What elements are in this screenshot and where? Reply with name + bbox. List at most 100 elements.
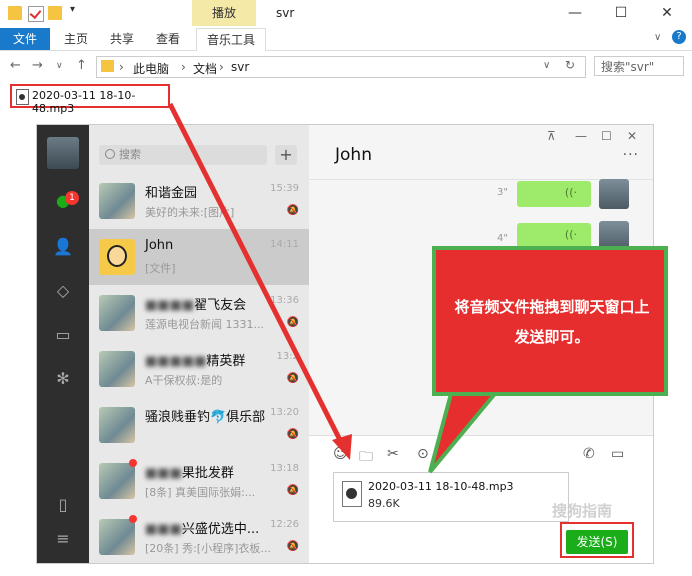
close-button[interactable]: ✕ [644, 2, 690, 24]
tab-home[interactable]: 主页 [54, 28, 98, 50]
avatar[interactable] [47, 137, 79, 169]
conversation-preview: [文件] [145, 262, 176, 275]
mute-bell-icon: 🔕 [286, 317, 299, 328]
conversation-preview: A干保权叔:是的 [145, 374, 223, 387]
collapse-ribbon-icon[interactable]: ∨ [654, 32, 661, 43]
close-icon[interactable]: ✕ [627, 129, 637, 143]
unread-badge: 1 [65, 191, 79, 205]
add-button[interactable]: + [275, 145, 297, 165]
voice-wave-icon: ((· [564, 228, 577, 241]
favorites-cube-icon[interactable]: ◇ [53, 281, 73, 301]
contacts-icon[interactable]: 👤 [53, 237, 73, 257]
conversation-time: 13:2 [276, 351, 299, 362]
conversation-time: 12:26 [270, 519, 299, 530]
unread-dot [129, 515, 137, 523]
properties-check-icon[interactable] [28, 6, 44, 22]
contact-search-input[interactable]: 搜索 [99, 145, 267, 165]
list-item[interactable]: 骚浪贱垂钓🐬俱乐部 13:20 🔕 [89, 397, 309, 453]
search-input[interactable]: 搜索"svr" [594, 56, 684, 76]
chevron-right-icon: › [181, 60, 186, 74]
voice-duration: 4" [497, 233, 508, 244]
maximize-button[interactable]: ☐ [598, 2, 644, 24]
conversation-time: 13:18 [270, 463, 299, 474]
emoji-icon[interactable]: ☺ [333, 446, 348, 462]
audio-file-icon [342, 481, 362, 507]
voice-call-icon[interactable]: ✆ [583, 446, 595, 462]
mute-bell-icon: 🔕 [286, 205, 299, 216]
instruction-callout: 将音频文件拖拽到聊天窗口上发送即可。 [432, 246, 668, 396]
menu-icon[interactable]: ≡ [53, 529, 73, 549]
address-input[interactable]: › 此电脑 › 文档 › svr ∨ ↻ [96, 56, 586, 78]
voice-message-bubble[interactable]: ((· [517, 181, 591, 207]
ribbon-context-tab[interactable]: 播放 [192, 0, 256, 26]
up-arrow-icon[interactable]: ↑ [76, 58, 87, 73]
breadcrumb-item[interactable]: 此电脑 [133, 60, 169, 77]
window-title: svr [276, 6, 295, 20]
maximize-icon[interactable]: ☐ [601, 129, 612, 143]
recent-dropdown-icon[interactable]: ∨ [56, 61, 63, 71]
phone-icon[interactable]: ▯ [53, 495, 73, 515]
list-item[interactable]: ■■■■翟飞友会 莲源电视台新闻 1331... 13:36 🔕 [89, 285, 309, 341]
conversation-preview: [20条] 秀:[小程序]衣板... [145, 542, 271, 555]
list-item[interactable]: ■■■果批发群 [8条] 真美国际张娟:... 13:18 🔕 [89, 453, 309, 509]
conversation-name: ■■■■翟飞友会 [145, 298, 247, 313]
chat-history-icon[interactable]: ⊙ [417, 446, 429, 462]
minimize-button[interactable]: — [552, 2, 598, 24]
send-button[interactable]: 发送(S) [566, 530, 628, 554]
new-folder-icon[interactable] [48, 6, 62, 20]
tab-view[interactable]: 查看 [146, 28, 190, 50]
more-options-icon[interactable]: ··· [623, 147, 639, 163]
tab-share[interactable]: 共享 [100, 28, 144, 50]
mute-bell-icon: 🔕 [286, 373, 299, 384]
avatar[interactable] [599, 179, 629, 209]
folder-icon[interactable]: 🗀 [359, 446, 373, 470]
file-name: 2020-03-11 18-10-48.mp3 [32, 89, 136, 115]
address-dropdown-icon[interactable]: ∨ [543, 60, 550, 71]
list-item[interactable]: John [文件] 14:11 [89, 229, 309, 285]
unread-dot [129, 459, 137, 467]
folder-icon [101, 60, 114, 72]
video-call-icon[interactable]: ▭ [611, 446, 624, 462]
back-arrow-icon[interactable]: ← [10, 58, 21, 73]
quick-access-dropdown-icon[interactable]: ▾ [70, 4, 75, 15]
help-icon[interactable]: ? [672, 30, 686, 44]
conversation-name: 骚浪贱垂钓🐬俱乐部 [145, 410, 266, 425]
conversation-name: ■■■兴盛优选中... [145, 522, 260, 537]
conversation-name: John [145, 238, 174, 253]
forward-arrow-icon[interactable]: → [32, 58, 43, 73]
chat-title: John [335, 145, 372, 165]
folder-icon[interactable]: ▭ [53, 325, 73, 345]
wechat-sidebar: ● 1 👤 ◇ ▭ ✻ ▯ ≡ [37, 125, 89, 563]
mp3-file-item[interactable]: 2020-03-11 18-10-48.mp3 [10, 84, 170, 115]
group-avatar [99, 183, 135, 219]
list-item[interactable]: ■■■■■精英群 A干保权叔:是的 13:2 🔕 [89, 341, 309, 397]
tab-file[interactable]: 文件 [0, 28, 50, 50]
breadcrumb-item[interactable]: svr [231, 60, 249, 74]
attachment-size: 89.6K [368, 497, 400, 510]
conversation-name: ■■■■■精英群 [145, 354, 246, 369]
explorer-titlebar: ▾ 播放 svr — ☐ ✕ [0, 0, 692, 28]
search-icon [105, 149, 115, 159]
conversation-time: 13:20 [270, 407, 299, 418]
mute-bell-icon: 🔕 [286, 429, 299, 440]
tab-music-tools[interactable]: 音乐工具 [196, 28, 267, 51]
avatar [99, 239, 135, 275]
mute-bell-icon: 🔕 [286, 541, 299, 552]
attachment-name: 2020-03-11 18-10-48.mp3 [368, 480, 514, 493]
list-item[interactable]: ■■■兴盛优选中... [20条] 秀:[小程序]衣板... 12:26 🔕 [89, 509, 309, 563]
conversation-list: 搜索 + 和谐金园 美好的未来:[图片] 15:39 🔕 John [文件] 1… [89, 125, 309, 563]
breadcrumb-item[interactable]: 文档 [193, 60, 217, 77]
chevron-right-icon: › [119, 60, 124, 74]
list-item[interactable]: 和谐金园 美好的未来:[图片] 15:39 🔕 [89, 173, 309, 229]
refresh-icon[interactable]: ↻ [565, 58, 575, 72]
minimize-icon[interactable]: — [575, 129, 587, 143]
folder-icon[interactable] [8, 6, 22, 20]
conversation-preview: 莲源电视台新闻 1331... [145, 318, 264, 331]
conversation-time: 15:39 [270, 183, 299, 194]
moments-icon[interactable]: ✻ [53, 369, 73, 389]
pin-icon[interactable]: ⊼ [547, 129, 556, 143]
group-avatar [99, 463, 135, 499]
file-attachment[interactable]: 2020-03-11 18-10-48.mp3 89.6K [333, 472, 569, 522]
conversation-preview: [8条] 真美国际张娟:... [145, 486, 256, 499]
scissors-icon[interactable]: ✂ [387, 446, 399, 462]
